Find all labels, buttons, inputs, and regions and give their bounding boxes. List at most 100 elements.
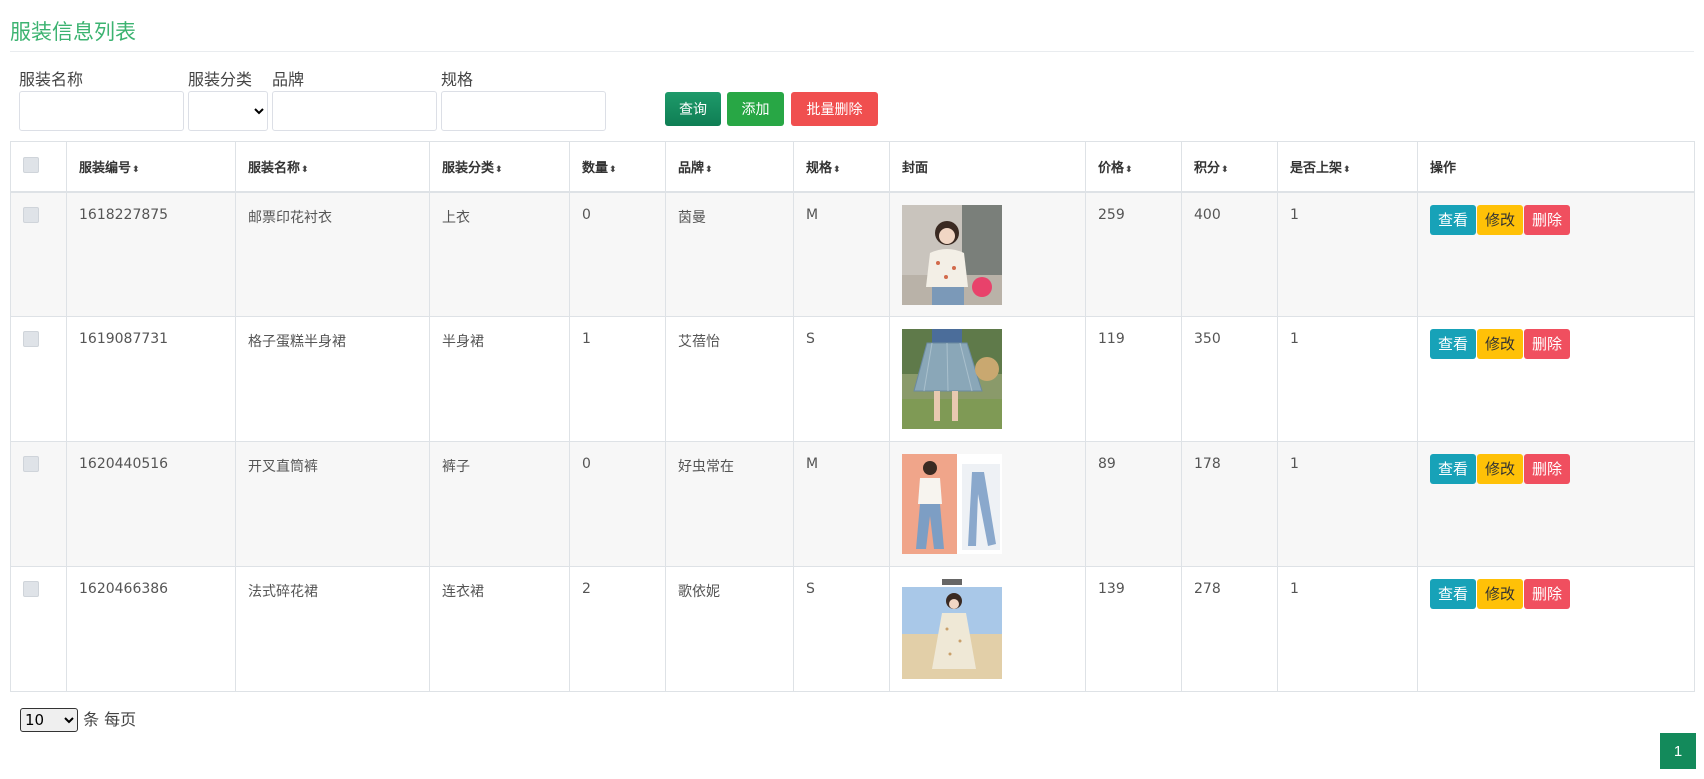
sort-icon: ⬍ <box>301 164 309 175</box>
col-header-label: 服装名称 <box>248 160 301 176</box>
cell-cover <box>889 316 1086 442</box>
sort-icon: ⬍ <box>609 164 617 175</box>
delete-button[interactable]: 删除 <box>1524 204 1571 235</box>
cell-qty: 1 <box>569 316 666 442</box>
col-header-spec[interactable]: 规格⬍ <box>793 141 890 193</box>
col-header-label: 规格 <box>806 160 833 176</box>
cell-qty: 0 <box>569 191 666 317</box>
view-button[interactable]: 查看 <box>1430 329 1477 359</box>
col-header-listed[interactable]: 是否上架⬍ <box>1277 141 1418 193</box>
name-filter-input[interactable] <box>19 91 184 131</box>
cell-points: 350 <box>1181 316 1278 442</box>
cell-qty: 0 <box>569 441 666 567</box>
cover-image[interactable] <box>902 204 1002 305</box>
cell-spec: S <box>793 566 890 692</box>
filter-bar: 服装名称 服装分类 品牌 规格 查询 添加 批量删除 <box>10 52 1694 132</box>
row-checkbox[interactable] <box>23 581 39 597</box>
brand-filter-input[interactable] <box>272 91 437 131</box>
col-header-price[interactable]: 价格⬍ <box>1085 141 1182 193</box>
cell-brand: 好虫常在 <box>665 441 794 567</box>
col-header-label: 价格 <box>1098 160 1125 176</box>
row-actions: 查看 修改 删除 <box>1430 454 1682 484</box>
row-checkbox[interactable] <box>23 206 39 223</box>
col-header-cover: 封面 <box>889 141 1086 193</box>
query-button[interactable]: 查询 <box>665 92 721 126</box>
pagination-page-1[interactable]: 1 <box>1660 733 1696 769</box>
cell-category: 上衣 <box>429 191 570 317</box>
cell-actions: 查看 修改 删除 <box>1417 566 1695 692</box>
clothing-table: 服装编号⬍ 服装名称⬍ 服装分类⬍ 数量⬍ 品牌⬍ 规格⬍ 封面 价格⬍ 积分⬍… <box>10 141 1695 692</box>
view-button[interactable]: 查看 <box>1430 204 1477 235</box>
col-header-qty[interactable]: 数量⬍ <box>569 141 666 193</box>
cover-image[interactable] <box>902 454 1002 554</box>
row-checkbox[interactable] <box>23 456 39 472</box>
sort-icon: ⬍ <box>132 164 140 175</box>
cell-category: 半身裙 <box>429 316 570 442</box>
cell-listed: 1 <box>1277 441 1418 567</box>
cell-brand: 艾蓓怡 <box>665 316 794 442</box>
sort-icon: ⬍ <box>833 164 841 175</box>
spec-filter-label: 规格 <box>441 70 474 89</box>
cell-name: 邮票印花衬衣 <box>235 191 430 317</box>
cell-spec: S <box>793 316 890 442</box>
row-select-cell <box>10 441 67 567</box>
row-actions: 查看 修改 删除 <box>1430 579 1682 609</box>
edit-button[interactable]: 修改 <box>1477 204 1524 235</box>
cell-actions: 查看 修改 删除 <box>1417 316 1695 442</box>
col-header-label: 服装编号 <box>79 160 132 176</box>
spec-filter-input[interactable] <box>441 91 606 131</box>
sort-icon: ⬍ <box>1343 164 1351 175</box>
col-header-brand[interactable]: 品牌⬍ <box>665 141 794 193</box>
brand-filter: 品牌 <box>272 70 437 131</box>
cell-actions: 查看 修改 删除 <box>1417 441 1695 567</box>
cell-name: 法式碎花裙 <box>235 566 430 692</box>
name-filter: 服装名称 <box>19 70 184 131</box>
cell-cover <box>889 566 1086 692</box>
table-row: 1618227875 邮票印花衬衣 上衣 0 茵曼 M 259 400 1 查看… <box>10 191 1695 317</box>
col-header-category[interactable]: 服装分类⬍ <box>429 141 570 193</box>
delete-button[interactable]: 删除 <box>1524 329 1571 359</box>
sort-icon: ⬍ <box>705 164 713 175</box>
sort-icon: ⬍ <box>495 164 503 175</box>
cell-id: 1620440516 <box>66 441 236 567</box>
col-header-label: 服装分类 <box>442 160 495 176</box>
sort-icon: ⬍ <box>1221 164 1229 175</box>
view-button[interactable]: 查看 <box>1430 454 1477 484</box>
col-header-actions: 操作 <box>1417 141 1695 193</box>
cell-points: 400 <box>1181 191 1278 317</box>
cell-points: 178 <box>1181 441 1278 567</box>
cover-image[interactable] <box>902 579 1002 679</box>
add-button[interactable]: 添加 <box>727 92 784 126</box>
edit-button[interactable]: 修改 <box>1477 329 1524 359</box>
cell-name: 格子蛋糕半身裙 <box>235 316 430 442</box>
page-size-select[interactable]: 10 <box>20 708 78 732</box>
col-header-label: 品牌 <box>678 160 705 176</box>
cell-price: 119 <box>1085 316 1182 442</box>
col-header-points[interactable]: 积分⬍ <box>1181 141 1278 193</box>
col-header-name[interactable]: 服装名称⬍ <box>235 141 430 193</box>
table-row: 1620440516 开叉直筒裤 裤子 0 好虫常在 M 89 178 1 查看… <box>10 441 1695 567</box>
bulk-delete-button[interactable]: 批量删除 <box>791 92 878 126</box>
select-all-checkbox[interactable] <box>23 157 39 174</box>
view-button[interactable]: 查看 <box>1430 579 1477 609</box>
table-header-row: 服装编号⬍ 服装名称⬍ 服装分类⬍ 数量⬍ 品牌⬍ 规格⬍ 封面 价格⬍ 积分⬍… <box>10 141 1695 193</box>
cell-id: 1620466386 <box>66 566 236 692</box>
edit-button[interactable]: 修改 <box>1477 454 1524 484</box>
category-filter-select[interactable] <box>188 91 268 131</box>
col-header-label: 操作 <box>1430 160 1457 176</box>
category-filter: 服装分类 <box>188 70 268 131</box>
table-row: 1620466386 法式碎花裙 连衣裙 2 歌依妮 S 139 278 1 查… <box>10 566 1695 692</box>
delete-button[interactable]: 删除 <box>1524 454 1571 484</box>
row-checkbox[interactable] <box>23 331 39 347</box>
sort-icon: ⬍ <box>1125 164 1133 175</box>
col-header-id[interactable]: 服装编号⬍ <box>66 141 236 193</box>
cover-image[interactable] <box>902 329 1002 429</box>
delete-button[interactable]: 删除 <box>1524 579 1571 609</box>
cell-cover <box>889 441 1086 567</box>
page: 服装信息列表 服装名称 服装分类 品牌 规格 查询 添加 批量删除 服装编号⬍ … <box>0 0 1704 779</box>
cell-listed: 1 <box>1277 566 1418 692</box>
cell-points: 278 <box>1181 566 1278 692</box>
edit-button[interactable]: 修改 <box>1477 579 1524 609</box>
cell-name: 开叉直筒裤 <box>235 441 430 567</box>
table-row: 1619087731 格子蛋糕半身裙 半身裙 1 艾蓓怡 S 119 350 1… <box>10 316 1695 442</box>
